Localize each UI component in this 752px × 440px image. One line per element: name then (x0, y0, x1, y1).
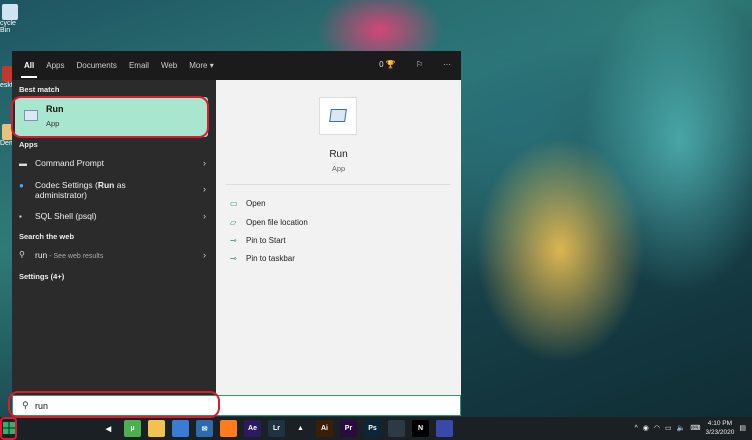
tab-web[interactable]: Web (161, 61, 177, 70)
pinned-apps: ◀ µ ✉ Ae Lr ▲ Ai Pr Ps N (100, 420, 501, 437)
clock[interactable]: 4:10 PM 3/23/2020 (705, 419, 734, 437)
open-icon: ▭ (230, 199, 238, 208)
chat-icon[interactable] (460, 420, 477, 437)
illustrator-icon[interactable]: Ai (316, 420, 333, 437)
clock-date: 3/23/2020 (705, 429, 735, 436)
more-options-icon[interactable]: ··· (443, 60, 451, 69)
web-result-suffix: - See web results (47, 253, 104, 260)
tab-documents[interactable]: Documents (76, 61, 116, 70)
recycle-bin-icon (2, 4, 18, 20)
result-preview-pane: Run App ▭ Open ▱ Open file location ⊸ Pin t… (216, 80, 461, 395)
action-open-file-location[interactable]: ▱ Open file location (230, 218, 308, 227)
blender-icon[interactable] (484, 420, 501, 437)
keyboard-icon[interactable]: ⌨ (690, 424, 700, 432)
points-count: 0 (379, 60, 384, 69)
codec-label-bold: Run (97, 180, 115, 190)
app-result-sql-shell[interactable]: ▪ SQL Shell (psql) › (12, 211, 216, 225)
sql-icon: ▪ (19, 212, 22, 221)
app-result-codec-settings[interactable]: ● Codec Settings (Run as administrator) … (12, 180, 216, 204)
firefox-icon[interactable] (220, 420, 237, 437)
cmd-icon: ▬ (19, 159, 27, 168)
photoshop-icon[interactable]: Ps (364, 420, 381, 437)
chevron-up-icon[interactable]: ^ (634, 425, 637, 432)
taskbar-search-box[interactable]: ⚲ (12, 395, 461, 416)
action-label: Open (246, 199, 266, 208)
preview-divider (226, 184, 451, 185)
clock-time: 4:10 PM (707, 420, 733, 427)
store-icon[interactable] (172, 420, 189, 437)
folder-icon: ▱ (230, 218, 237, 227)
search-icon: ⚲ (19, 250, 25, 259)
best-match-heading: Best match (19, 85, 60, 94)
app-result-command-prompt[interactable]: ▬ Command Prompt › (12, 158, 216, 172)
vlc-icon[interactable]: ▲ (292, 420, 309, 437)
action-pin-to-start[interactable]: ⊸ Pin to Start (230, 236, 286, 245)
preview-subtitle: App (331, 164, 346, 173)
action-pin-to-taskbar[interactable]: ⊸ Pin to taskbar (230, 254, 295, 263)
chevron-right-icon[interactable]: › (203, 158, 206, 168)
pin-icon: ⊸ (230, 254, 237, 263)
settings-heading[interactable]: Settings (4+) (19, 272, 64, 281)
web-result-label: run - See web results (35, 250, 103, 260)
action-label: Open file location (246, 218, 308, 227)
rewards-points[interactable]: 0 🏆 (379, 60, 396, 69)
trophy-icon: 🏆 (385, 60, 396, 69)
windows-start-icon[interactable] (3, 422, 15, 434)
results-list: Best match Run App Apps ▬ Command Prompt… (12, 80, 216, 395)
codec-label-pre: Codec Settings ( (35, 180, 98, 190)
pin-icon: ⊸ (230, 236, 237, 245)
premiere-icon[interactable]: Pr (340, 420, 357, 437)
best-match-run[interactable]: Run App (15, 97, 208, 137)
chevron-right-icon[interactable]: › (203, 250, 206, 260)
web-result-run[interactable]: ⚲ run - See web results › (12, 250, 216, 264)
tab-more[interactable]: More ▾ (189, 61, 213, 70)
codec-icon: ● (19, 181, 24, 190)
resolve-icon[interactable] (388, 420, 405, 437)
taskbar: ◀ µ ✉ Ae Lr ▲ Ai Pr Ps N ^ ◉ ◠ ▭ 🔈 ⌨ 4:10 PM 3/23… (0, 417, 752, 440)
action-open[interactable]: ▭ Open (230, 199, 266, 208)
after-effects-icon[interactable]: Ae (244, 420, 261, 437)
action-label: Pin to Start (246, 236, 286, 245)
codec-label-post: as (114, 180, 126, 190)
best-match-subtitle: App (46, 119, 60, 128)
lightroom-icon[interactable]: Lr (268, 420, 285, 437)
search-tabs-bar: All Apps Documents Email Web More ▾ 0 🏆 … (12, 51, 461, 80)
battery-icon[interactable]: ▭ (665, 424, 672, 432)
app-result-label: SQL Shell (psql) (35, 211, 97, 221)
run-app-icon (24, 110, 38, 121)
search-icon: ⚲ (22, 400, 29, 410)
volume-icon[interactable]: 🔈 (677, 424, 686, 432)
file-explorer-icon[interactable] (148, 420, 165, 437)
tab-apps[interactable]: Apps (46, 61, 64, 70)
mail-icon[interactable]: ✉ (196, 420, 213, 437)
tab-email[interactable]: Email (129, 61, 149, 70)
search-panel: All Apps Documents Email Web More ▾ 0 🏆 … (12, 51, 461, 395)
record-icon[interactable]: ◉ (643, 424, 649, 432)
chevron-right-icon[interactable]: › (203, 184, 206, 194)
app-result-label: Command Prompt (35, 158, 104, 168)
apps-heading: Apps (19, 140, 38, 149)
wifi-icon[interactable]: ◠ (654, 424, 660, 432)
system-tray: ^ ◉ ◠ ▭ 🔈 ⌨ 4:10 PM 3/23/2020 ▤ (634, 419, 746, 437)
chevron-right-icon[interactable]: › (203, 211, 206, 221)
recycle-bin-label: cycle Bin (0, 20, 16, 34)
best-match-title: Run (46, 104, 64, 114)
notifications-icon[interactable]: ▤ (739, 424, 746, 432)
recycle-bin-shortcut[interactable]: cycle Bin (0, 4, 26, 34)
netflix-icon[interactable]: N (412, 420, 429, 437)
app-result-label: Codec Settings (Run as administrator) (35, 180, 126, 200)
codec-label-line2: administrator) (35, 190, 87, 200)
web-result-query: run (35, 250, 48, 260)
search-input[interactable] (35, 399, 215, 413)
preview-title: Run (329, 149, 348, 160)
run-large-icon (319, 97, 357, 135)
action-label: Pin to taskbar (246, 254, 295, 263)
utorrent-icon[interactable]: µ (124, 420, 141, 437)
app-arrow-icon[interactable]: ◀ (100, 420, 117, 437)
tab-all[interactable]: All (20, 61, 38, 78)
app2-icon[interactable] (436, 420, 453, 437)
feedback-icon[interactable]: ⚐ (416, 60, 423, 69)
search-web-heading: Search the web (19, 232, 75, 241)
